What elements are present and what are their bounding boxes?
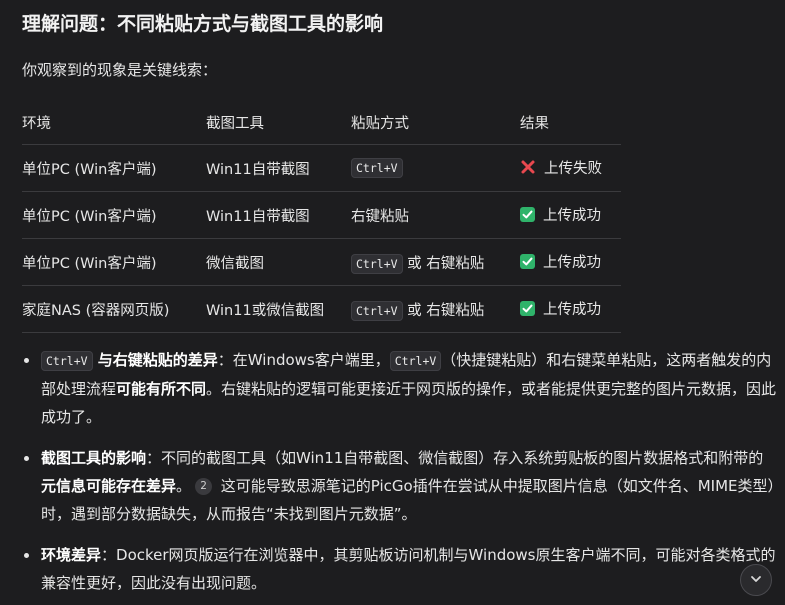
- inline-code: Ctrl+V: [389, 351, 442, 371]
- cross-mark-icon: [520, 159, 536, 175]
- inline-code: Ctrl+V: [351, 300, 403, 321]
- bold-title: 与右键粘贴的差异: [92, 351, 218, 369]
- bullet-dot: [24, 553, 29, 558]
- cell-env: 单位PC (Win客户端): [22, 144, 206, 192]
- cell-env: 单位PC (Win客户端): [22, 191, 206, 239]
- explanation-list: Ctrl+V 与右键粘贴的差异：在Windows客户端里， Ctrl+V （快捷键粘…: [22, 346, 778, 605]
- comparison-table: 环境 截图工具 粘贴方式 结果 单位PC (Win客户端) Win11自带截图 …: [22, 100, 621, 333]
- body-text: ：在Windows客户端里，: [217, 351, 390, 369]
- paste-text: 或 右键粘贴: [402, 255, 485, 272]
- cell-paste: Ctrl+V: [351, 144, 520, 192]
- column-header-env: 环境: [22, 100, 206, 145]
- list-item: 截图工具的影响：不同的截图工具（如Win11自带截图、微信截图）存入系统剪贴板的…: [22, 444, 778, 528]
- table-row: 单位PC (Win客户端) 微信截图 Ctrl+V 或 右键粘贴 上传成功: [22, 238, 621, 286]
- cell-tool: Win11自带截图: [206, 144, 351, 192]
- column-header-tool: 截图工具: [206, 100, 351, 145]
- body-text: 。: [176, 477, 192, 495]
- bold-emphasis: 可能有所不同: [116, 380, 207, 398]
- list-item: 环境差异：Docker网页版运行在浏览器中，其剪贴板访问机制与Windows原生…: [22, 541, 778, 597]
- body-text: ：不同的截图工具（如Win11自带截图、微信截图）存入系统剪贴板的图片数据格式和…: [146, 449, 764, 467]
- intro-text: 你观察到的现象是关键线索：: [22, 61, 218, 79]
- bold-emphasis: 元信息可能存在差异: [41, 477, 177, 495]
- cell-paste: Ctrl+V 或 右键粘贴: [351, 285, 520, 333]
- table-row: 家庭NAS (容器网页版) Win11或微信截图 Ctrl+V 或 右键粘贴 上…: [22, 285, 621, 333]
- cell-env: 家庭NAS (容器网页版): [22, 285, 206, 333]
- cell-tool: Win11或微信截图: [206, 285, 351, 333]
- paste-text: 或 右键粘贴: [402, 302, 485, 319]
- section-heading: 理解问题：不同粘贴方式与截图工具的影响: [22, 13, 384, 35]
- bold-title: 环境差异: [41, 546, 102, 564]
- cell-result: 上传失败: [520, 144, 621, 192]
- cell-paste: 右键粘贴: [351, 191, 520, 239]
- scroll-down-button[interactable]: [740, 564, 772, 596]
- body-text: ：Docker网页版运行在浏览器中，其剪贴板访问机制与Windows原生客户端不…: [41, 546, 776, 592]
- inline-code: Ctrl+V: [351, 253, 403, 274]
- check-mark-icon: [520, 207, 535, 222]
- table-header-row: 环境 截图工具 粘贴方式 结果: [22, 100, 621, 145]
- result-text: 上传成功: [543, 208, 601, 224]
- chat-response: 理解问题：不同粘贴方式与截图工具的影响 你观察到的现象是关键线索： 环境 截图工…: [0, 0, 785, 605]
- check-mark-icon: [520, 301, 535, 316]
- column-header-result: 结果: [520, 100, 621, 145]
- result-text: 上传成功: [543, 302, 601, 318]
- bold-title: 截图工具的影响: [41, 449, 147, 467]
- cell-tool: Win11自带截图: [206, 191, 351, 239]
- cell-paste: Ctrl+V 或 右键粘贴: [351, 238, 520, 286]
- cell-env: 单位PC (Win客户端): [22, 238, 206, 286]
- paste-text: 右键粘贴: [351, 208, 409, 225]
- cell-result: 上传成功: [520, 285, 621, 333]
- cell-result: 上传成功: [520, 238, 621, 286]
- table-row: 单位PC (Win客户端) Win11自带截图 Ctrl+V 上传失败: [22, 144, 621, 192]
- cell-tool: 微信截图: [206, 238, 351, 286]
- result-text: 上传成功: [543, 255, 601, 271]
- cell-result: 上传成功: [520, 191, 621, 239]
- citation-badge[interactable]: 2: [195, 478, 213, 495]
- table-row: 单位PC (Win客户端) Win11自带截图 右键粘贴 上传成功: [22, 191, 621, 239]
- column-header-paste: 粘贴方式: [351, 100, 520, 145]
- inline-code: Ctrl+V: [41, 351, 93, 371]
- bullet-dot: [24, 358, 29, 363]
- check-mark-icon: [520, 254, 535, 269]
- result-text: 上传失败: [544, 160, 602, 177]
- inline-code: Ctrl+V: [351, 158, 403, 178]
- bullet-dot: [24, 456, 29, 461]
- list-item: Ctrl+V 与右键粘贴的差异：在Windows客户端里， Ctrl+V （快捷键粘…: [22, 346, 778, 431]
- chevron-down-icon: [749, 571, 763, 590]
